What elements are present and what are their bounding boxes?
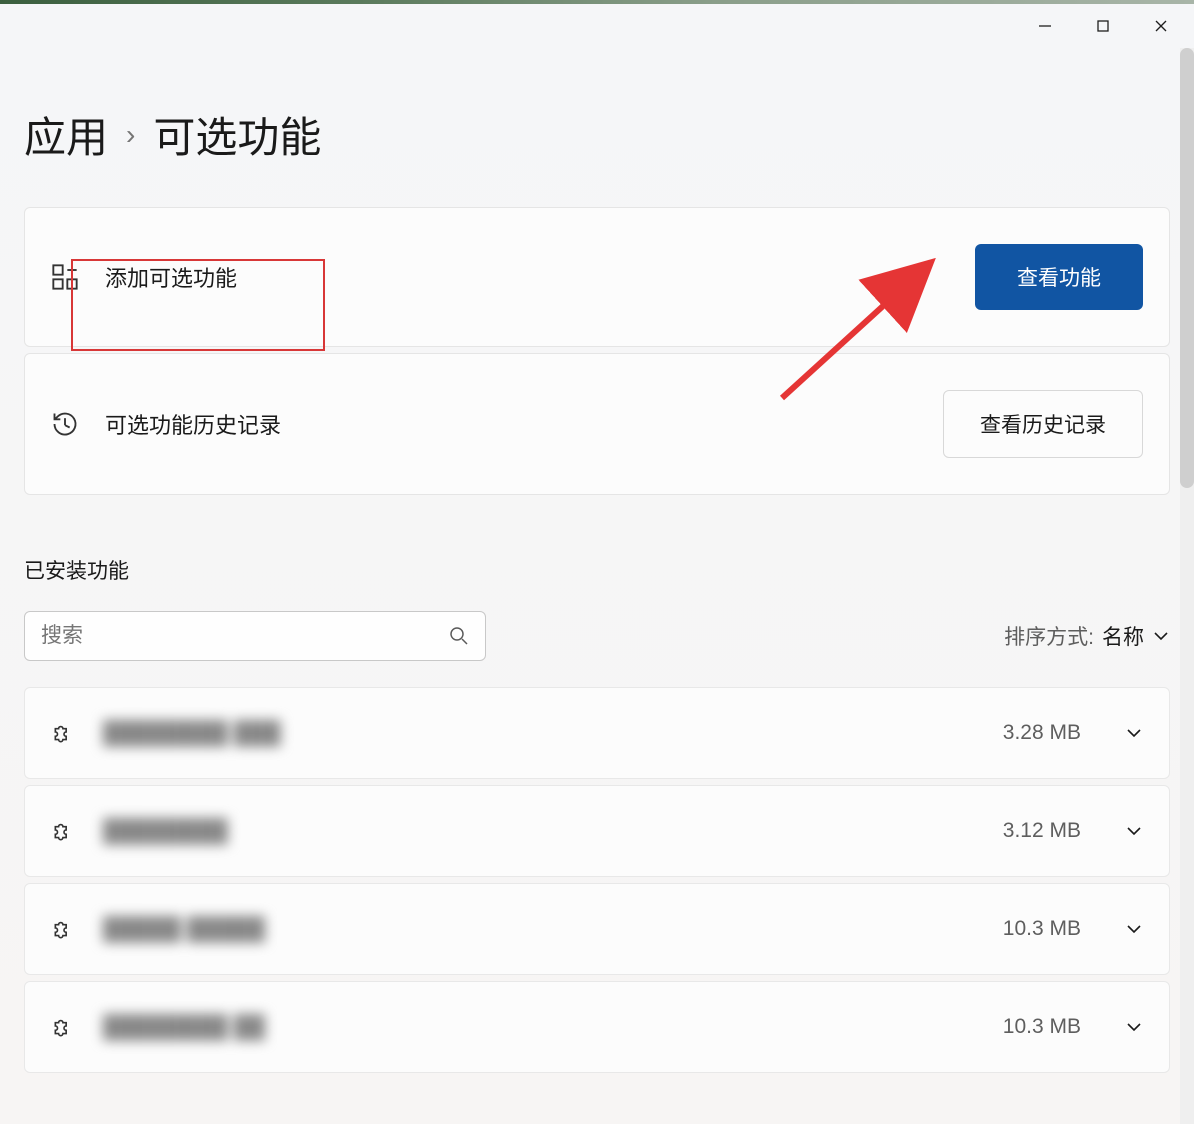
puzzle-icon bbox=[51, 720, 77, 746]
feature-item[interactable]: ████████ ███ 3.28 MB bbox=[24, 687, 1170, 779]
chevron-down-icon bbox=[1152, 627, 1170, 645]
chevron-down-icon bbox=[1125, 920, 1143, 938]
sort-label: 排序方式: bbox=[1004, 621, 1094, 651]
sort-value: 名称 bbox=[1102, 621, 1144, 651]
feature-item[interactable]: █████ █████ 10.3 MB bbox=[24, 883, 1170, 975]
chevron-down-icon bbox=[1125, 724, 1143, 742]
puzzle-icon bbox=[51, 1014, 77, 1040]
view-features-button[interactable]: 查看功能 bbox=[975, 244, 1143, 310]
feature-name: █████ █████ bbox=[103, 916, 977, 942]
highlight-box bbox=[71, 259, 325, 351]
feature-name: ████████ ███ bbox=[103, 720, 977, 746]
feature-name: ████████ ██ bbox=[103, 1014, 977, 1040]
add-feature-label: 添加可选功能 bbox=[105, 261, 949, 293]
grid-add-icon bbox=[51, 263, 79, 291]
feature-size: 10.3 MB bbox=[1003, 1015, 1081, 1039]
feature-item[interactable]: ████████ ██ 10.3 MB bbox=[24, 981, 1170, 1073]
history-label: 可选功能历史记录 bbox=[105, 408, 917, 440]
add-feature-card: 添加可选功能 查看功能 bbox=[24, 207, 1170, 347]
titlebar bbox=[0, 4, 1194, 48]
installed-features-title: 已安装功能 bbox=[24, 555, 1170, 585]
history-icon bbox=[51, 410, 79, 438]
feature-size: 3.28 MB bbox=[1003, 721, 1081, 745]
history-card: 可选功能历史记录 查看历史记录 bbox=[24, 353, 1170, 495]
breadcrumb-part-optional-features: 可选功能 bbox=[153, 104, 321, 165]
chevron-right-icon: › bbox=[126, 119, 135, 151]
puzzle-icon bbox=[51, 916, 77, 942]
puzzle-icon bbox=[51, 818, 77, 844]
feature-item[interactable]: ████████ 3.12 MB bbox=[24, 785, 1170, 877]
scrollbar-thumb[interactable] bbox=[1180, 48, 1194, 488]
chevron-down-icon bbox=[1125, 822, 1143, 840]
search-input[interactable] bbox=[41, 624, 449, 648]
search-icon bbox=[449, 626, 469, 646]
maximize-button[interactable] bbox=[1074, 4, 1132, 48]
feature-name: ████████ bbox=[103, 818, 977, 844]
breadcrumb-part-apps[interactable]: 应用 bbox=[24, 104, 108, 165]
close-button[interactable] bbox=[1132, 4, 1190, 48]
feature-size: 3.12 MB bbox=[1003, 819, 1081, 843]
feature-size: 10.3 MB bbox=[1003, 917, 1081, 941]
minimize-button[interactable] bbox=[1016, 4, 1074, 48]
feature-list: ████████ ███ 3.28 MB ████████ 3.12 MB ██… bbox=[24, 687, 1170, 1073]
search-box[interactable] bbox=[24, 611, 486, 661]
chevron-down-icon bbox=[1125, 1018, 1143, 1036]
search-sort-row: 排序方式: 名称 bbox=[24, 611, 1170, 661]
view-history-button[interactable]: 查看历史记录 bbox=[943, 390, 1143, 458]
sort-dropdown[interactable]: 排序方式: 名称 bbox=[1004, 621, 1170, 651]
breadcrumb: 应用 › 可选功能 bbox=[24, 104, 1170, 165]
